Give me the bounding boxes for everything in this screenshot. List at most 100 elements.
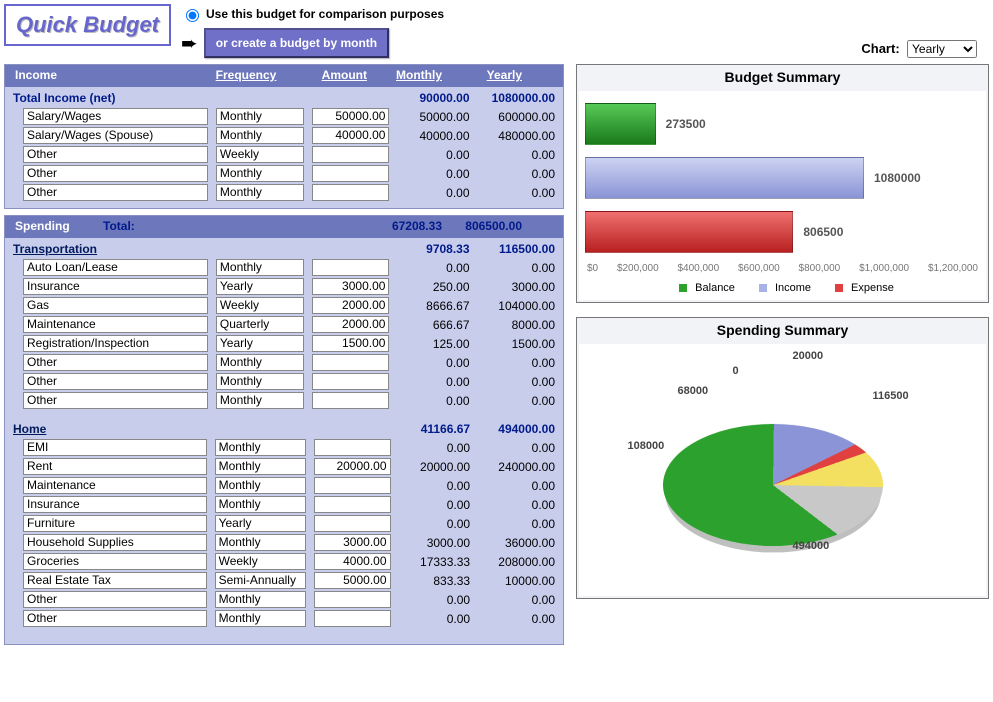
spending-label-input[interactable]: EMI <box>23 439 207 456</box>
spending-yearly-value: 1500.00 <box>474 334 559 353</box>
spending-amount-input[interactable]: 2000.00 <box>312 297 389 314</box>
spending-monthly-value: 666.67 <box>393 315 473 334</box>
spending-freq-input[interactable]: Monthly <box>215 477 306 494</box>
spending-freq-input[interactable]: Monthly <box>216 373 304 390</box>
create-budget-button[interactable]: or create a budget by month <box>204 28 389 58</box>
legend-item: Expense <box>827 282 894 294</box>
income-label-input[interactable]: Other <box>23 184 208 201</box>
spending-freq-input[interactable]: Semi-Annually <box>215 572 306 589</box>
spending-total-yearly: 806500.00 <box>446 218 526 236</box>
budget-summary-chart: Budget Summary 2735001080000806500$0$200… <box>576 64 989 303</box>
spending-label-input[interactable]: Other <box>23 610 207 627</box>
bar-value-label: 273500 <box>666 117 706 131</box>
spending-amount-input[interactable]: 20000.00 <box>314 458 391 475</box>
spending-label-input[interactable]: Rent <box>23 458 207 475</box>
spending-freq-input[interactable]: Yearly <box>215 515 306 532</box>
spending-label-input[interactable]: Other <box>23 591 207 608</box>
income-monthly-value: 0.00 <box>393 183 473 202</box>
income-label-input[interactable]: Other <box>23 146 208 163</box>
spending-yearly-value: 36000.00 <box>474 533 559 552</box>
comparison-radio[interactable] <box>186 9 199 22</box>
spending-label-input[interactable]: Other <box>23 354 208 371</box>
spending-label-input[interactable]: Insurance <box>23 496 207 513</box>
spending-freq-input[interactable]: Weekly <box>216 297 304 314</box>
spending-amount-input[interactable] <box>314 515 391 532</box>
spending-monthly-value: 20000.00 <box>395 457 475 476</box>
spending-monthly-value: 17333.33 <box>395 552 475 571</box>
xaxis-tick: $400,000 <box>677 263 719 274</box>
spending-freq-input[interactable]: Monthly <box>215 458 306 475</box>
spending-total-monthly: 67208.33 <box>371 218 446 236</box>
spending-amount-input[interactable] <box>314 477 391 494</box>
app-title: Quick Budget <box>4 4 171 46</box>
spending-freq-input[interactable]: Monthly <box>215 610 306 627</box>
spending-monthly-value: 250.00 <box>393 277 473 296</box>
spending-label-input[interactable]: Real Estate Tax <box>23 572 207 589</box>
spending-group-monthly: 9708.33 <box>393 240 473 258</box>
spending-amount-input[interactable]: 4000.00 <box>314 553 391 570</box>
spending-monthly-value: 0.00 <box>395 590 475 609</box>
income-freq-input[interactable]: Monthly <box>216 127 304 144</box>
spending-yearly-value: 0.00 <box>474 258 559 277</box>
spending-amount-input[interactable]: 1500.00 <box>312 335 389 352</box>
spending-label-input[interactable]: Registration/Inspection <box>23 335 208 352</box>
spending-label-input[interactable]: Furniture <box>23 515 207 532</box>
spending-yearly-value: 0.00 <box>474 476 559 495</box>
spending-amount-input[interactable] <box>314 496 391 513</box>
spending-label-input[interactable]: Maintenance <box>23 316 208 333</box>
spending-freq-input[interactable]: Monthly <box>215 496 306 513</box>
spending-amount-input[interactable] <box>314 591 391 608</box>
income-amount-input[interactable] <box>312 184 389 201</box>
spending-label-input[interactable]: Insurance <box>23 278 208 295</box>
bar-expense <box>585 211 793 253</box>
pie-graphic <box>663 424 883 546</box>
income-freq-input[interactable]: Weekly <box>216 146 304 163</box>
spending-freq-input[interactable]: Monthly <box>215 534 306 551</box>
income-label-input[interactable]: Other <box>23 165 208 182</box>
spending-freq-input[interactable]: Yearly <box>216 278 304 295</box>
spending-amount-input[interactable] <box>312 373 389 390</box>
spending-amount-input[interactable] <box>314 610 391 627</box>
spending-label-input[interactable]: Groceries <box>23 553 207 570</box>
arrow-right-icon: ➨ <box>181 31 198 56</box>
spending-freq-input[interactable]: Monthly <box>216 392 304 409</box>
spending-label-input[interactable]: Gas <box>23 297 208 314</box>
income-label-input[interactable]: Salary/Wages <box>23 108 208 125</box>
spending-label-input[interactable]: Household Supplies <box>23 534 207 551</box>
income-freq-input[interactable]: Monthly <box>216 184 304 201</box>
spending-amount-input[interactable]: 5000.00 <box>314 572 391 589</box>
spending-amount-input[interactable] <box>314 439 391 456</box>
spending-amount-input[interactable] <box>312 259 389 276</box>
pie-slice-label: 68000 <box>678 385 709 397</box>
spending-summary-title: Spending Summary <box>579 322 986 338</box>
spending-label-input[interactable]: Other <box>23 392 208 409</box>
spending-amount-input[interactable]: 3000.00 <box>312 278 389 295</box>
income-amount-input[interactable]: 40000.00 <box>312 127 389 144</box>
spending-freq-input[interactable]: Monthly <box>215 591 306 608</box>
spending-label-input[interactable]: Other <box>23 373 208 390</box>
spending-freq-input[interactable]: Weekly <box>215 553 306 570</box>
chart-select-label: Chart: <box>861 41 899 56</box>
spending-label-input[interactable]: Maintenance <box>23 477 207 494</box>
spending-monthly-value: 0.00 <box>395 514 475 533</box>
spending-monthly-value: 0.00 <box>395 476 475 495</box>
income-amount-input[interactable] <box>312 146 389 163</box>
spending-freq-input[interactable]: Quarterly <box>216 316 304 333</box>
spending-freq-input[interactable]: Monthly <box>216 259 304 276</box>
income-amount-input[interactable]: 50000.00 <box>312 108 389 125</box>
spending-freq-input[interactable]: Monthly <box>216 354 304 371</box>
spending-amount-input[interactable] <box>312 392 389 409</box>
spending-amount-input[interactable]: 2000.00 <box>312 316 389 333</box>
chart-period-select[interactable]: Yearly <box>907 40 977 58</box>
spending-amount-input[interactable] <box>312 354 389 371</box>
xaxis-tick: $1,200,000 <box>928 263 978 274</box>
income-amount-input[interactable] <box>312 165 389 182</box>
spending-freq-input[interactable]: Monthly <box>215 439 306 456</box>
income-freq-input[interactable]: Monthly <box>216 108 304 125</box>
income-freq-input[interactable]: Monthly <box>216 165 304 182</box>
spending-amount-input[interactable]: 3000.00 <box>314 534 391 551</box>
spending-monthly-value: 3000.00 <box>395 533 475 552</box>
spending-freq-input[interactable]: Yearly <box>216 335 304 352</box>
income-label-input[interactable]: Salary/Wages (Spouse) <box>23 127 208 144</box>
spending-label-input[interactable]: Auto Loan/Lease <box>23 259 208 276</box>
